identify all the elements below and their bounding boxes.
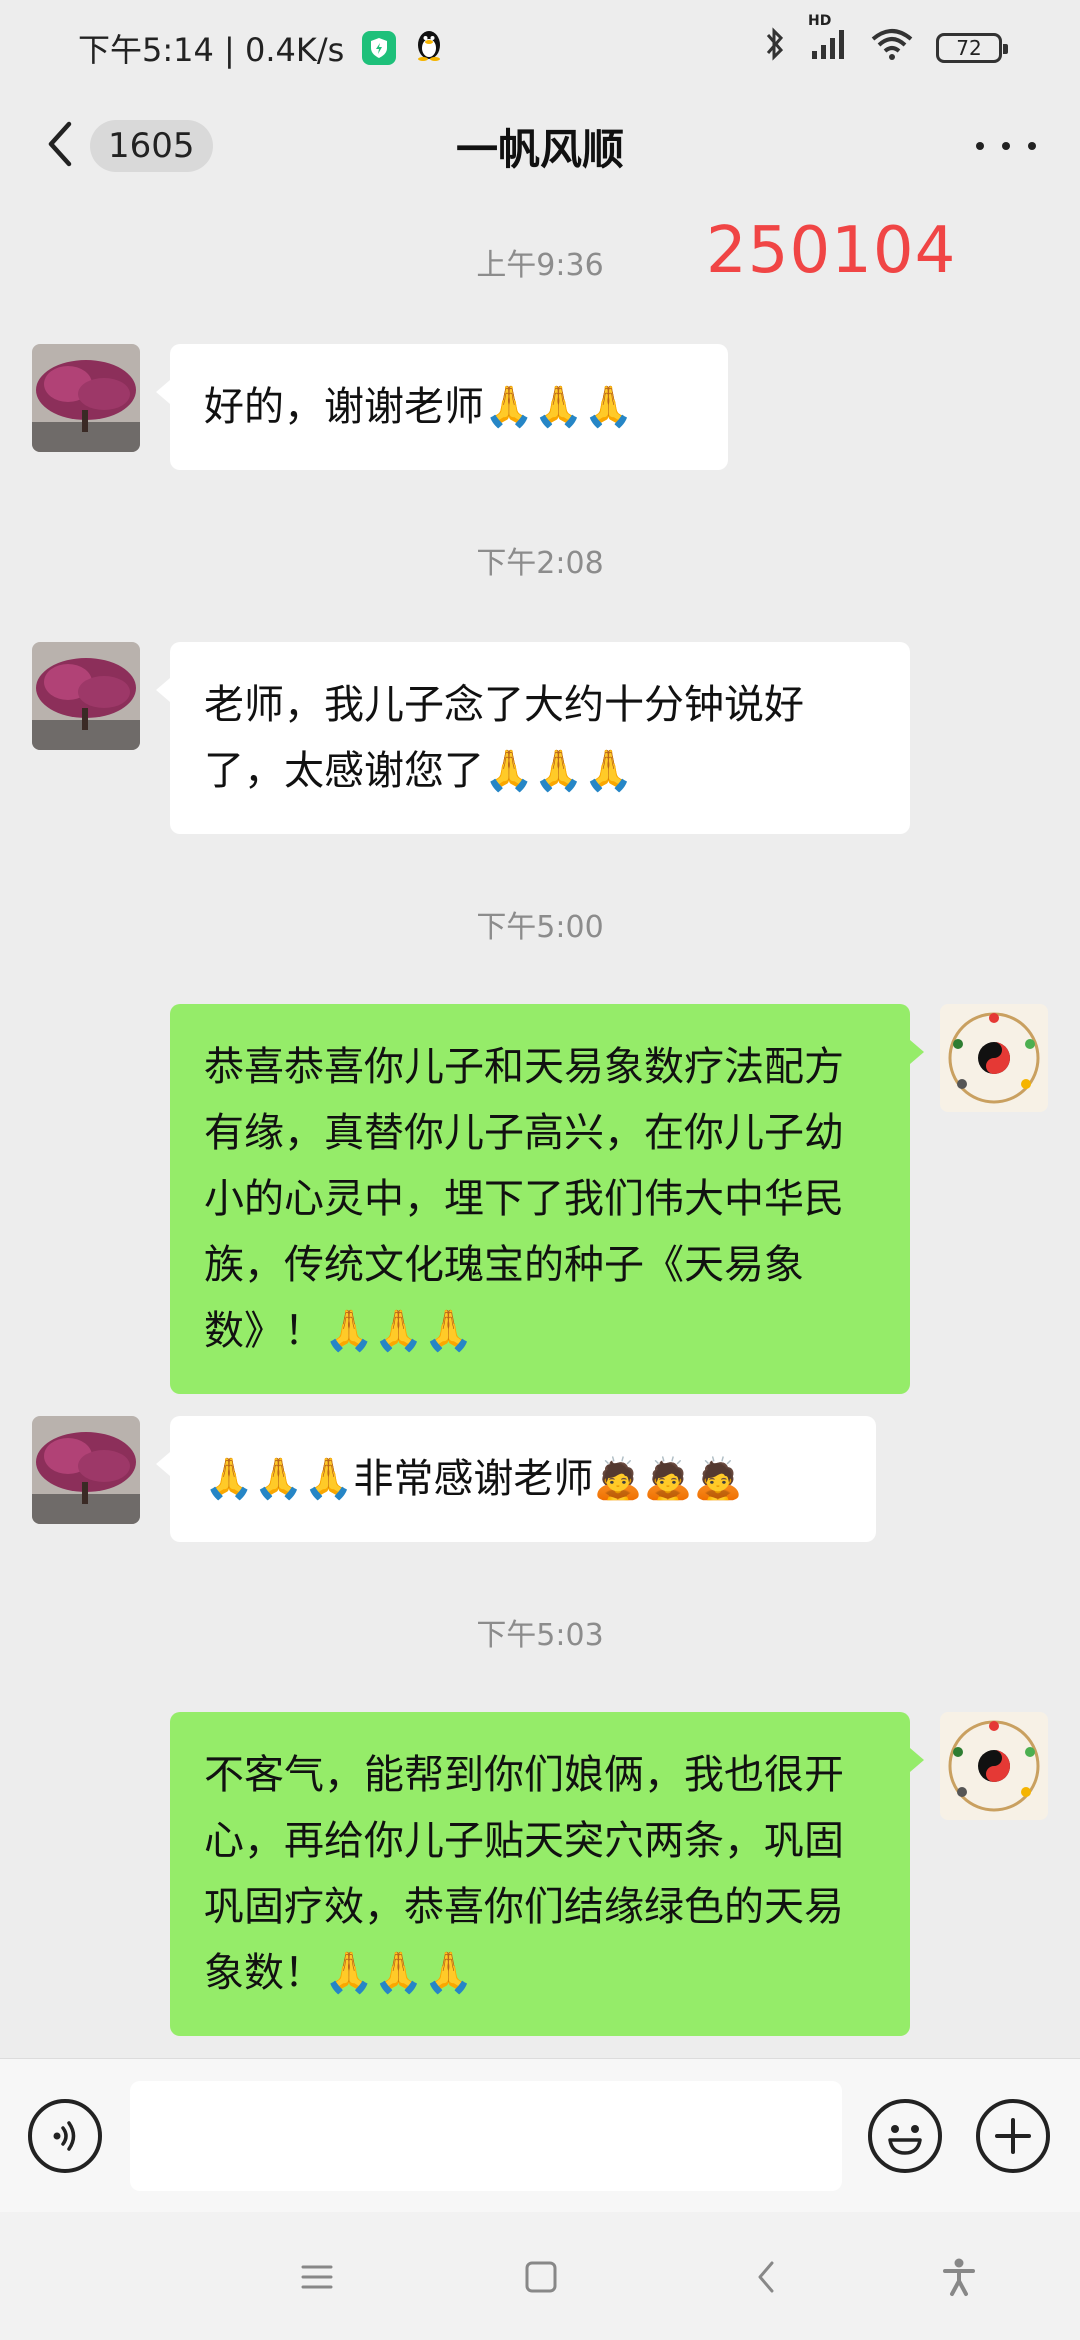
battery-indicator: 72 — [936, 33, 1008, 63]
smiley-icon — [888, 2125, 922, 2155]
shield-app-icon — [362, 31, 397, 65]
outgoing-message[interactable]: 恭喜恭喜你儿子和天易象数疗法配方有缘，真替你儿子高兴，在你儿子幼小的心灵中，埋下… — [170, 1004, 924, 1394]
chat-title: 一帆风顺 — [455, 125, 624, 174]
voice-input-button[interactable] — [28, 2099, 102, 2173]
chat-header: 1605 一帆风顺 — [0, 96, 1080, 192]
more-options-button[interactable] — [976, 126, 1036, 166]
back-arrow-icon — [758, 2261, 774, 2293]
status-right: HD 72 — [764, 13, 1008, 70]
yin-yang-avatar-icon — [940, 1004, 1048, 1112]
nav-menu-button[interactable] — [292, 2252, 342, 2302]
incoming-message[interactable]: 老师，我儿子念了大约十分钟说好了，太感谢您了🙏🙏🙏 — [156, 642, 910, 834]
status-left: 下午5:14 | 0.4K/s — [78, 25, 444, 71]
cherry-tree-avatar-icon — [32, 1416, 140, 1524]
status-time-speed: 下午5:14 | 0.4K/s — [78, 31, 345, 69]
voice-wave-icon — [53, 2121, 76, 2151]
my-avatar[interactable] — [940, 1712, 1048, 1820]
emoji-button[interactable] — [868, 2099, 942, 2173]
accessibility-icon — [943, 2258, 975, 2296]
more-functions-button[interactable] — [976, 2099, 1050, 2173]
penguin-app-icon — [414, 27, 444, 69]
network-label: HD — [808, 13, 832, 29]
message-input-bar — [0, 2058, 1080, 2212]
contact-avatar[interactable] — [32, 642, 140, 750]
more-dot — [1028, 142, 1036, 150]
cherry-tree-avatar-icon — [32, 344, 140, 452]
battery-level: 72 — [956, 36, 982, 60]
more-dot — [976, 142, 984, 150]
message-timestamp: 下午2:08 — [476, 546, 604, 581]
incoming-message[interactable]: 好的，谢谢老师🙏🙏🙏 — [156, 344, 728, 470]
contact-avatar[interactable] — [32, 1416, 140, 1524]
contact-avatar[interactable] — [32, 344, 140, 452]
message-timestamp: 上午9:36 — [476, 248, 604, 283]
bluetooth-icon — [764, 26, 786, 70]
cherry-tree-avatar-icon — [32, 642, 140, 750]
message-timestamp: 下午5:00 — [476, 910, 604, 945]
plus-icon — [995, 2118, 1031, 2154]
my-avatar[interactable] — [940, 1004, 1048, 1112]
menu-icon — [301, 2265, 333, 2289]
home-square-icon — [525, 2261, 557, 2293]
signal-icon: HD — [808, 13, 848, 69]
outgoing-message[interactable]: 不客气，能帮到你们娘俩，我也很开心，再给你儿子贴天突穴两条，巩固巩固疗效，恭喜你… — [170, 1712, 924, 2036]
nav-back-button[interactable] — [742, 2252, 792, 2302]
more-dot — [1002, 142, 1010, 150]
yin-yang-avatar-icon — [940, 1712, 1048, 1820]
system-navigation-bar — [0, 2212, 1080, 2340]
nav-home-button[interactable] — [516, 2252, 566, 2302]
wifi-icon — [870, 27, 914, 69]
message-text-input[interactable] — [130, 2081, 842, 2191]
incoming-message[interactable]: 🙏🙏🙏非常感谢老师🙇🙇🙇 — [156, 1416, 876, 1542]
nav-accessibility-button[interactable] — [934, 2252, 984, 2302]
message-timestamp: 下午5:03 — [476, 1618, 604, 1653]
status-bar: 下午5:14 | 0.4K/s HD 72 — [0, 0, 1080, 96]
